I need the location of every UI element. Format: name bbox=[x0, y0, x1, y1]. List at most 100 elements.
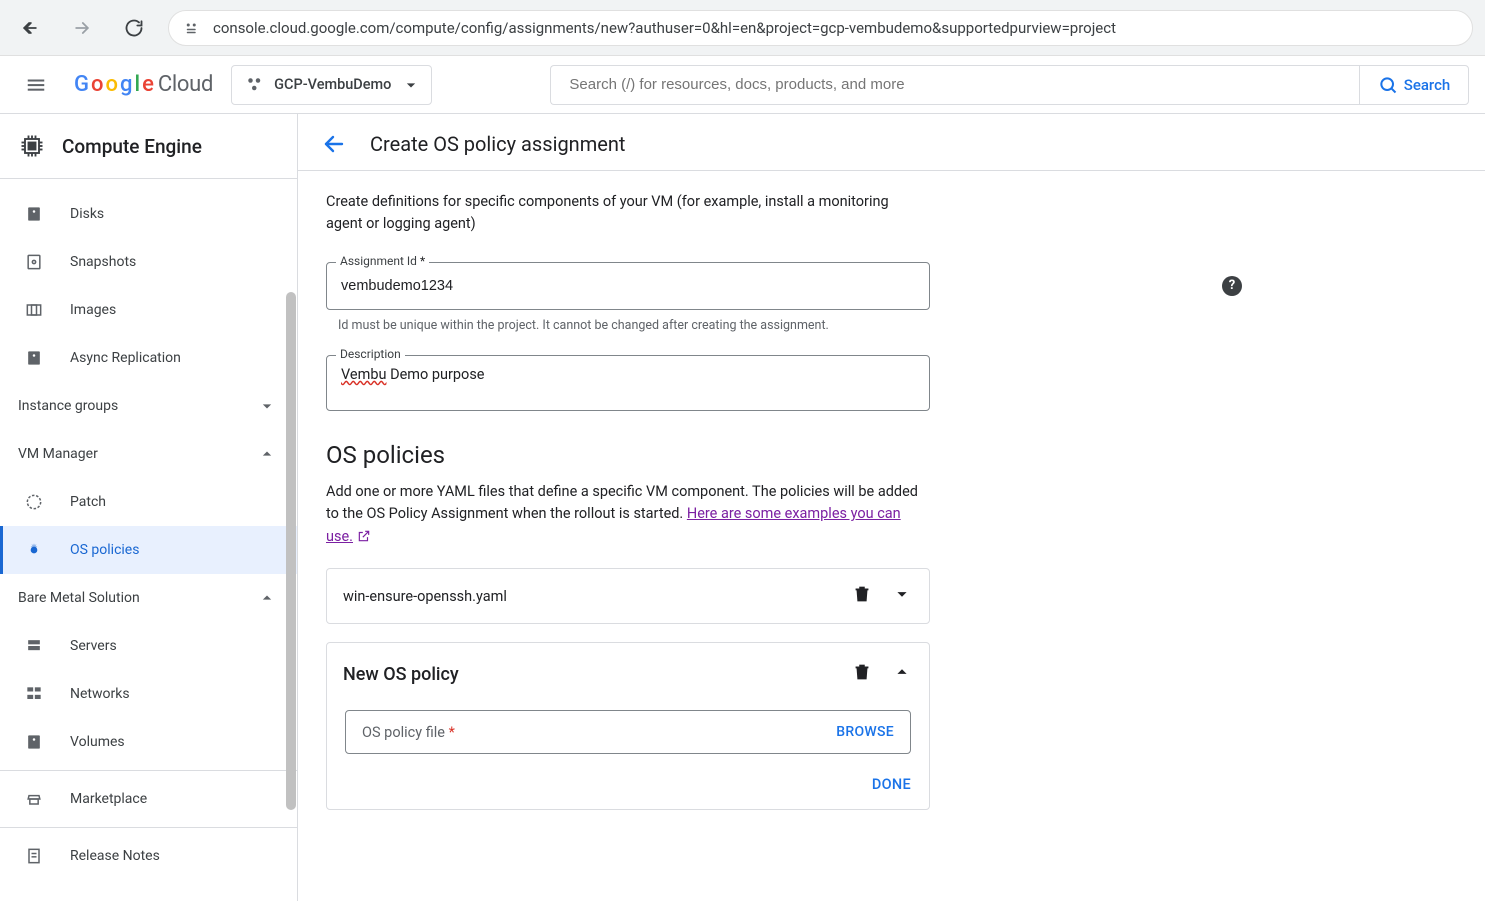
sidebar-group-label: Instance groups bbox=[18, 398, 118, 414]
google-cloud-logo[interactable]: Google Cloud bbox=[74, 72, 213, 97]
divider bbox=[0, 827, 297, 828]
page-title: Create OS policy assignment bbox=[370, 132, 625, 156]
browser-toolbar: console.cloud.google.com/compute/config/… bbox=[0, 0, 1485, 56]
field-label: Assignment Id * bbox=[336, 254, 429, 268]
project-selector[interactable]: GCP-VembuDemo bbox=[231, 65, 432, 105]
expand-policy-button[interactable] bbox=[891, 583, 913, 609]
compute-engine-icon bbox=[18, 132, 46, 160]
search-button[interactable]: Search bbox=[1359, 65, 1469, 105]
sidebar-group-label: Bare Metal Solution bbox=[18, 590, 140, 606]
reload-button[interactable] bbox=[116, 10, 152, 46]
chevron-down-icon bbox=[891, 583, 913, 605]
sidebar-item-networks[interactable]: Networks bbox=[0, 670, 297, 718]
forward-button[interactable] bbox=[64, 10, 100, 46]
sidebar-item-patch[interactable]: Patch bbox=[0, 478, 297, 526]
assignment-id-input[interactable] bbox=[341, 278, 881, 294]
sidebar-item-label: Networks bbox=[70, 686, 130, 702]
sidebar-group-label: VM Manager bbox=[18, 446, 98, 462]
page-header: Create OS policy assignment bbox=[298, 114, 1485, 171]
sidebar-item-label: Marketplace bbox=[70, 791, 147, 807]
sidebar-item-label: Servers bbox=[70, 638, 117, 654]
divider bbox=[0, 770, 297, 771]
help-icon[interactable]: ? bbox=[1222, 276, 1242, 296]
sidebar: Compute Engine Disks Snapshots Images bbox=[0, 114, 298, 901]
sidebar-item-volumes[interactable]: Volumes bbox=[0, 718, 297, 766]
network-icon bbox=[24, 684, 44, 704]
arrow-left-icon bbox=[20, 18, 40, 38]
gcp-header: Google Cloud GCP-VembuDemo Search bbox=[0, 56, 1485, 114]
sidebar-item-label: Patch bbox=[70, 494, 106, 510]
delete-new-policy-button[interactable] bbox=[851, 661, 873, 688]
sidebar-item-label: Snapshots bbox=[70, 254, 136, 270]
disk-icon bbox=[24, 732, 44, 752]
arrow-right-icon bbox=[72, 18, 92, 38]
project-icon bbox=[246, 76, 264, 94]
chevron-up-icon bbox=[257, 444, 277, 464]
trash-icon bbox=[851, 583, 873, 605]
intro-text: Create definitions for specific componen… bbox=[326, 191, 926, 236]
releasenotes-icon bbox=[24, 846, 44, 866]
description-field: Description Vembu Demo purpose bbox=[326, 355, 930, 411]
sidebar-item-disks[interactable]: Disks bbox=[0, 190, 297, 238]
done-button[interactable]: DONE bbox=[872, 776, 911, 793]
new-policy-title: New OS policy bbox=[343, 664, 459, 685]
description-input[interactable]: Vembu Demo purpose bbox=[326, 355, 930, 411]
back-button[interactable] bbox=[12, 10, 48, 46]
sidebar-item-snapshots[interactable]: Snapshots bbox=[0, 238, 297, 286]
project-name: GCP-VembuDemo bbox=[274, 76, 391, 93]
collapse-new-policy-button[interactable] bbox=[891, 661, 913, 688]
sidebar-item-async-replication[interactable]: Async Replication bbox=[0, 334, 297, 382]
chevron-up-icon bbox=[891, 661, 913, 683]
url-text: console.cloud.google.com/compute/config/… bbox=[213, 19, 1116, 37]
sidebar-item-label: OS policies bbox=[70, 542, 139, 558]
logo-cloud-text: Cloud bbox=[158, 72, 213, 97]
chevron-down-icon bbox=[401, 75, 421, 95]
search-input[interactable] bbox=[550, 65, 1359, 105]
page-back-button[interactable] bbox=[322, 132, 346, 156]
os-policies-help: Add one or more YAML files that define a… bbox=[326, 481, 930, 550]
sidebar-item-label: Async Replication bbox=[70, 350, 181, 366]
sidebar-item-label: Release Notes bbox=[70, 848, 160, 864]
assignment-id-field: Assignment Id * ? bbox=[326, 262, 1254, 310]
existing-policy-card: win-ensure-openssh.yaml bbox=[326, 568, 930, 624]
policy-file-field[interactable]: OS policy file * BROWSE bbox=[345, 710, 911, 754]
new-policy-card: New OS policy OS policy file * BROWSE bbox=[326, 642, 930, 810]
sidebar-group-bare-metal[interactable]: Bare Metal Solution bbox=[0, 574, 297, 622]
sidebar-service-header[interactable]: Compute Engine bbox=[0, 114, 297, 178]
service-title: Compute Engine bbox=[62, 135, 202, 158]
marketplace-icon bbox=[24, 789, 44, 809]
os-policies-heading: OS policies bbox=[326, 441, 1254, 469]
scrollbar-thumb[interactable] bbox=[286, 292, 296, 810]
trash-icon bbox=[851, 661, 873, 683]
address-bar[interactable]: console.cloud.google.com/compute/config/… bbox=[168, 10, 1473, 46]
patch-icon bbox=[24, 492, 44, 512]
sidebar-item-label: Images bbox=[70, 302, 116, 318]
disk-icon bbox=[24, 204, 44, 224]
sidebar-item-servers[interactable]: Servers bbox=[0, 622, 297, 670]
sidebar-item-marketplace[interactable]: Marketplace bbox=[0, 775, 297, 823]
reload-icon bbox=[124, 18, 144, 38]
main-content: Create OS policy assignment Create defin… bbox=[298, 114, 1485, 901]
chevron-down-icon bbox=[257, 396, 277, 416]
sidebar-item-label: Disks bbox=[70, 206, 104, 222]
browse-button[interactable]: BROWSE bbox=[836, 724, 894, 740]
assignment-id-hint: Id must be unique within the project. It… bbox=[338, 318, 1254, 333]
arrow-left-icon bbox=[322, 132, 346, 156]
sidebar-item-images[interactable]: Images bbox=[0, 286, 297, 334]
policy-icon bbox=[24, 540, 44, 560]
chevron-up-icon bbox=[257, 588, 277, 608]
hamburger-icon bbox=[25, 74, 47, 96]
sidebar-item-release-notes[interactable]: Release Notes bbox=[0, 832, 297, 880]
sidebar-item-os-policies[interactable]: OS policies bbox=[0, 526, 297, 574]
field-label: Description bbox=[336, 347, 405, 361]
server-icon bbox=[24, 636, 44, 656]
policy-filename: win-ensure-openssh.yaml bbox=[343, 588, 507, 605]
policy-file-label: OS policy file * bbox=[362, 724, 455, 741]
disk-icon bbox=[24, 348, 44, 368]
sidebar-group-vm-manager[interactable]: VM Manager bbox=[0, 430, 297, 478]
site-settings-icon bbox=[183, 19, 201, 37]
sidebar-group-instance-groups[interactable]: Instance groups bbox=[0, 382, 297, 430]
nav-menu-button[interactable] bbox=[16, 65, 56, 105]
delete-policy-button[interactable] bbox=[851, 583, 873, 609]
search-icon bbox=[1378, 75, 1398, 95]
